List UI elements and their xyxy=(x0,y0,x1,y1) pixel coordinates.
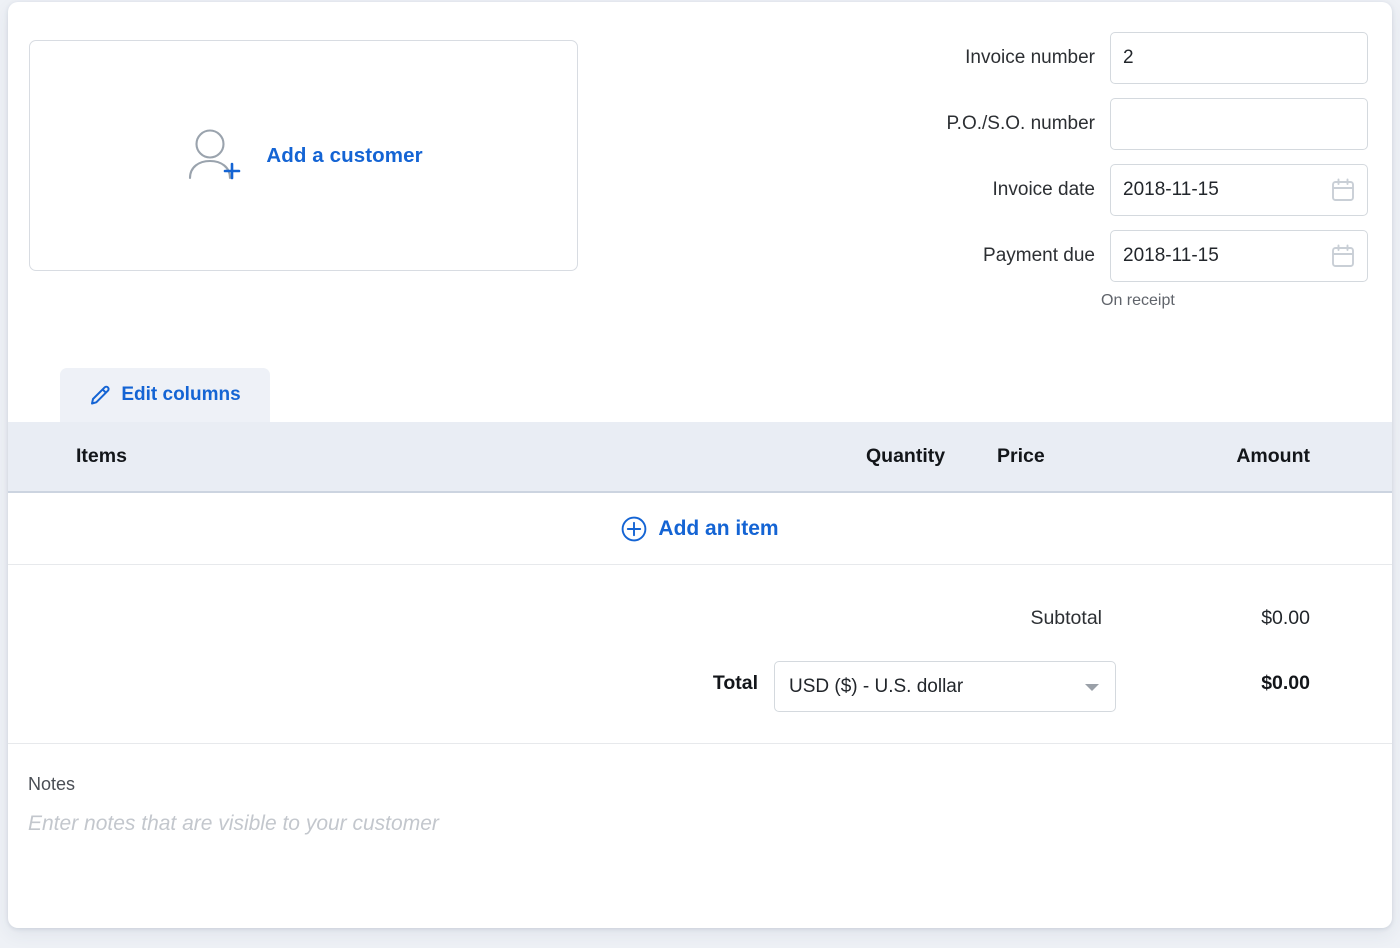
chevron-down-icon xyxy=(1085,684,1099,691)
currency-select[interactable]: USD ($) - U.S. dollar xyxy=(774,661,1116,712)
invoice-number-label: Invoice number xyxy=(965,32,1110,84)
add-customer-content: Add a customer xyxy=(184,128,422,184)
payment-due-input[interactable]: 2018-11-15 xyxy=(1110,230,1368,282)
edit-columns-label: Edit columns xyxy=(121,384,240,406)
add-item-row: Add an item xyxy=(8,494,1392,565)
invoice-header-area: Add a customer Invoice number 2 P.O./S.O… xyxy=(8,2,1392,358)
payment-due-value: 2018-11-15 xyxy=(1123,245,1219,267)
notes-input[interactable]: Enter notes that are visible to your cus… xyxy=(28,812,439,836)
invoice-date-input[interactable]: 2018-11-15 xyxy=(1110,164,1368,216)
add-customer-label: Add a customer xyxy=(266,144,422,168)
total-amount: $0.00 xyxy=(1261,672,1310,695)
items-table-header: Items Quantity Price Amount xyxy=(8,422,1392,493)
plus-circle-icon xyxy=(621,516,647,542)
invoice-number-input[interactable]: 2 xyxy=(1110,32,1368,84)
invoice-editor-page: Add a customer Invoice number 2 P.O./S.O… xyxy=(0,0,1400,948)
totals-section: Subtotal $0.00 Total USD ($) - U.S. doll… xyxy=(8,565,1392,744)
invoice-number-value: 2 xyxy=(1123,47,1134,69)
notes-label: Notes xyxy=(28,774,75,795)
invoice-sheet: Add a customer Invoice number 2 P.O./S.O… xyxy=(8,2,1392,928)
invoice-date-value: 2018-11-15 xyxy=(1123,179,1219,201)
add-item-button[interactable]: Add an item xyxy=(621,516,778,542)
add-customer-card[interactable]: Add a customer xyxy=(29,40,578,271)
subtotal-label: Subtotal xyxy=(1030,607,1102,630)
edit-columns-tab[interactable]: Edit columns xyxy=(60,368,270,422)
field-payment-due: Payment due 2018-11-15 xyxy=(888,230,1368,282)
payment-terms-helper: On receipt xyxy=(1101,292,1368,310)
person-add-icon xyxy=(184,128,250,184)
field-invoice-number: Invoice number 2 xyxy=(888,32,1368,84)
po-so-number-label: P.O./S.O. number xyxy=(946,98,1110,150)
field-invoice-date: Invoice date 2018-11-15 xyxy=(888,164,1368,216)
invoice-details-form: Invoice number 2 P.O./S.O. number Invoic… xyxy=(888,32,1368,310)
column-header-items: Items xyxy=(76,422,127,491)
column-header-price: Price xyxy=(997,422,1045,491)
total-label: Total xyxy=(713,672,758,695)
payment-due-label: Payment due xyxy=(983,230,1110,282)
po-so-number-input[interactable] xyxy=(1110,98,1368,150)
column-header-amount: Amount xyxy=(1236,422,1310,491)
field-po-so-number: P.O./S.O. number xyxy=(888,98,1368,150)
invoice-date-label: Invoice date xyxy=(993,164,1110,216)
add-item-label: Add an item xyxy=(658,517,778,541)
subtotal-amount: $0.00 xyxy=(1261,607,1310,630)
currency-selected-value: USD ($) - U.S. dollar xyxy=(789,676,963,698)
column-header-quantity: Quantity xyxy=(866,422,945,491)
pencil-icon xyxy=(89,384,112,407)
